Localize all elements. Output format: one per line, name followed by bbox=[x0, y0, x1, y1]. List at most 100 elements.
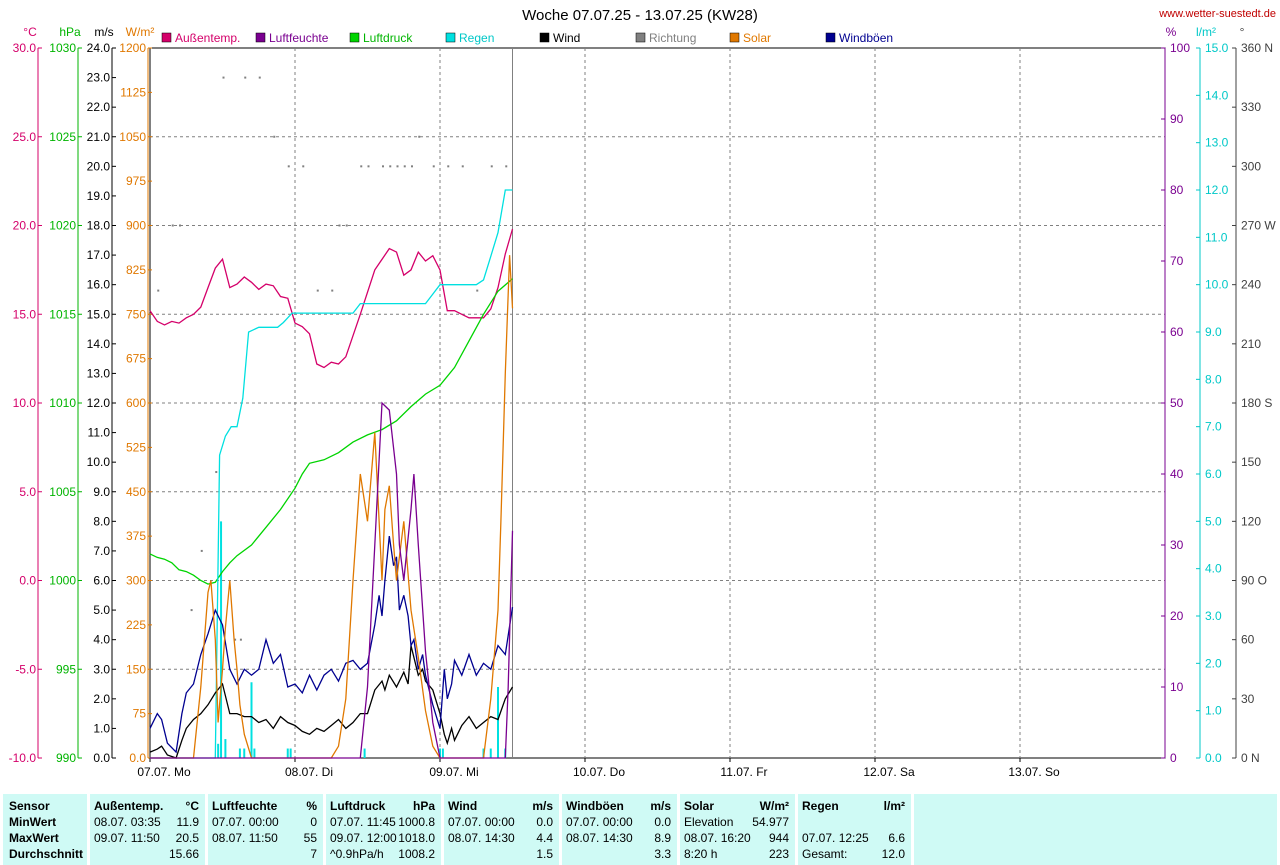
left-tick-label-2: 23.0 bbox=[87, 71, 111, 85]
left-tick-label-2: 11.0 bbox=[88, 426, 111, 440]
stats-row: 07.07. 00:00 0.0 bbox=[444, 814, 559, 830]
legend-label-4: Wind bbox=[553, 31, 580, 45]
left-tick-label-2: 5.0 bbox=[93, 603, 110, 617]
row-label-min: MinWert bbox=[9, 815, 57, 829]
stats-row: Gesamt: 12.0 bbox=[798, 846, 911, 862]
site-url: www.wetter-suestedt.de bbox=[1158, 8, 1276, 20]
stats-row-label: 09.07. 11:50 bbox=[94, 831, 160, 845]
legend-label-1: Luftfeuchte bbox=[269, 31, 329, 45]
direction-dot bbox=[476, 289, 479, 292]
right-tick-label-1: 0.0 bbox=[1205, 751, 1222, 765]
left-tick-label-1: 990 bbox=[56, 751, 76, 765]
direction-dot bbox=[239, 638, 242, 641]
stats-row-label: 07.07. 00:00 bbox=[212, 815, 279, 829]
stats-row-label: Gesamt: bbox=[802, 847, 848, 861]
legend-label-7: Windböen bbox=[839, 31, 893, 45]
left-tick-label-0: -5.0 bbox=[15, 662, 36, 676]
right-tick-label-0: 100 bbox=[1170, 41, 1190, 55]
direction-dot bbox=[200, 549, 203, 552]
stats-block: Luftfeuchte% 07.07. 00:00 0 08.07. 11:50 55 7 bbox=[208, 794, 323, 865]
direction-dot bbox=[418, 135, 421, 138]
direction-dot bbox=[411, 165, 413, 168]
stats-row: 07.07. 12:25 6.6 bbox=[798, 830, 911, 846]
stats-row-value: 55 bbox=[303, 831, 317, 845]
left-tick-label-3: 375 bbox=[126, 529, 146, 543]
stats-row-value: 54.977 bbox=[752, 815, 789, 829]
direction-dot bbox=[367, 165, 370, 168]
left-tick-label-2: 24.0 bbox=[87, 41, 111, 55]
stats-header-label: Regen bbox=[802, 799, 839, 813]
direction-dot bbox=[258, 76, 261, 79]
stats-row: 08.07. 03:35 11.9 bbox=[90, 814, 205, 830]
stats-block: Wind m/s 07.07. 00:00 0.0 08.07. 14:30 4.4 1.5 bbox=[444, 794, 559, 865]
stats-row: 1.5 bbox=[444, 846, 559, 862]
row-label-average: Durchschnitt bbox=[9, 847, 84, 861]
direction-dot bbox=[331, 289, 334, 292]
x-tick-label: 10.07. Do bbox=[573, 765, 625, 779]
stats-row: 09.07. 12:00 1018.0 bbox=[326, 830, 441, 846]
left-tick-label-2: 8.0 bbox=[93, 514, 110, 528]
left-tick-label-3: 150 bbox=[126, 662, 146, 676]
right-tick-label-1: 11.0 bbox=[1205, 230, 1228, 244]
legend-swatch-7 bbox=[825, 32, 836, 43]
x-tick-label: 07.07. Mo bbox=[137, 765, 191, 779]
left-tick-label-2: 22.0 bbox=[87, 100, 111, 114]
left-tick-label-2: 21.0 bbox=[87, 130, 111, 144]
left-tick-label-3: 1050 bbox=[119, 130, 146, 144]
stats-header: Luftfeuchte% bbox=[208, 798, 323, 814]
left-tick-label-2: 7.0 bbox=[93, 544, 110, 558]
left-tick-label-3: 525 bbox=[126, 440, 146, 454]
stats-row-label: 07.07. 12:25 bbox=[802, 831, 869, 845]
right-tick-label-1: 14.0 bbox=[1205, 88, 1229, 102]
left-tick-label-0: 5.0 bbox=[19, 485, 36, 499]
stats-row: 3.3 bbox=[562, 846, 677, 862]
left-axis-unit-1: hPa bbox=[59, 25, 81, 39]
left-tick-label-3: 300 bbox=[126, 574, 146, 588]
stats-header: Luftdruck hPa bbox=[326, 798, 441, 814]
left-tick-label-1: 995 bbox=[56, 662, 76, 676]
left-tick-label-3: 600 bbox=[126, 396, 146, 410]
left-tick-label-3: 0.0 bbox=[129, 751, 146, 765]
stats-row-labels: Sensor MinWert MaxWert Durchschnitt bbox=[3, 794, 87, 865]
right-tick-label-1: 3.0 bbox=[1205, 609, 1222, 623]
left-tick-label-2: 3.0 bbox=[93, 662, 110, 676]
legend-label-5: Richtung bbox=[649, 31, 696, 45]
stats-header: Windböen m/s bbox=[562, 798, 677, 814]
left-tick-label-2: 19.0 bbox=[87, 189, 111, 203]
left-tick-label-0: 20.0 bbox=[13, 219, 37, 233]
direction-dot bbox=[244, 76, 247, 79]
left-tick-label-3: 975 bbox=[126, 174, 146, 188]
stats-row-value: 8.9 bbox=[654, 831, 671, 845]
stats-row-value: 0.0 bbox=[536, 815, 553, 829]
left-tick-label-2: 2.0 bbox=[93, 692, 110, 706]
x-tick-label: 12.07. Sa bbox=[863, 765, 915, 779]
direction-dot bbox=[302, 165, 305, 168]
stats-row-value: 3.3 bbox=[654, 847, 671, 861]
right-tick-label-1: 8.0 bbox=[1205, 372, 1222, 386]
stats-row-label: 08.07. 14:30 bbox=[566, 831, 633, 845]
stats-row-value: 4.4 bbox=[536, 831, 553, 845]
stats-row-value: 0 bbox=[310, 815, 317, 829]
legend-swatch-6 bbox=[729, 32, 740, 43]
direction-dot bbox=[287, 165, 290, 168]
right-tick-label-2: 150 bbox=[1241, 455, 1261, 469]
left-tick-label-3: 675 bbox=[126, 352, 146, 366]
right-axis-unit-1: l/m² bbox=[1196, 25, 1216, 39]
stats-row-value: 1000.8 bbox=[398, 815, 435, 829]
stats-header-label: Außentemp. bbox=[94, 799, 164, 813]
stats-row: 7 bbox=[208, 846, 323, 862]
stats-row-value: 7 bbox=[310, 847, 317, 861]
left-tick-label-0: 30.0 bbox=[13, 41, 37, 55]
right-tick-label-2: 180 S bbox=[1241, 396, 1272, 410]
left-tick-label-2: 0.0 bbox=[93, 751, 110, 765]
legend-label-0: Außentemp. bbox=[175, 31, 240, 45]
stats-row: 07.07. 00:00 0 bbox=[208, 814, 323, 830]
stats-header-label: Solar bbox=[684, 799, 715, 813]
right-axis-unit-0: % bbox=[1166, 25, 1177, 39]
right-tick-label-2: 300 bbox=[1241, 159, 1261, 173]
row-label-max: MaxWert bbox=[9, 831, 59, 845]
right-tick-label-2: 270 W bbox=[1241, 219, 1276, 233]
stats-row-label: 07.07. 00:00 bbox=[566, 815, 633, 829]
statistics-table: Sensor MinWert MaxWert Durchschnitt Auße… bbox=[0, 794, 1280, 865]
right-tick-label-0: 50 bbox=[1170, 396, 1184, 410]
